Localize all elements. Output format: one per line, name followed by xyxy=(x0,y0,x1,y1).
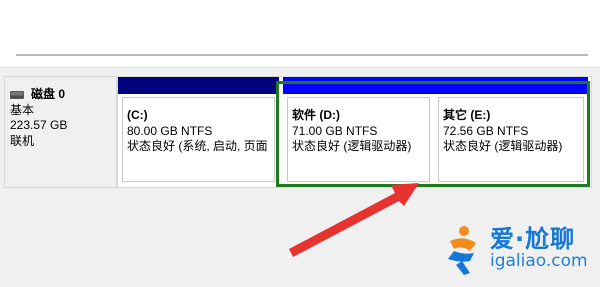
watermark-en-text: igaliao.com xyxy=(490,251,588,271)
watermark-cn-text: 爱·尬聊 xyxy=(490,225,576,253)
watermark-logo: 爱·尬聊 igaliao.com xyxy=(440,215,595,281)
runner-logo-icon xyxy=(448,226,476,275)
red-arrow-shape xyxy=(289,183,419,257)
